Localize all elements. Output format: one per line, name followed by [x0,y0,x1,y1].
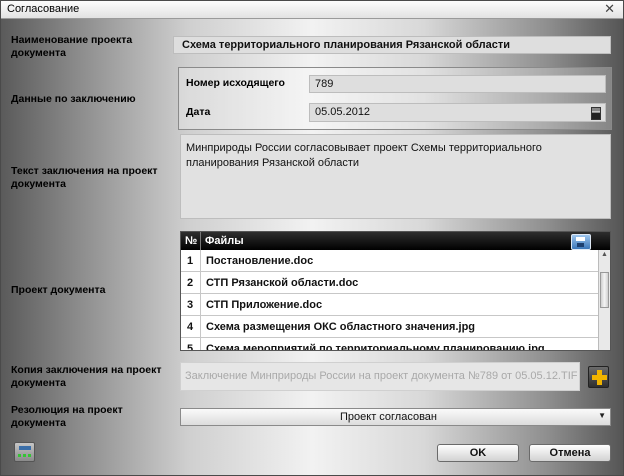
add-icon[interactable] [588,366,609,388]
save-icon[interactable] [571,234,591,250]
conclusion-data-label: Данные по заключению [11,93,136,105]
files-table: № Файлы 1 Постановление.doc 2 СТП Рязанско… [180,231,611,351]
table-row[interactable]: 2 СТП Рязанской области.doc [181,272,598,294]
col-num-header: № [185,235,198,247]
project-name-label: Наименование проекта документа [11,34,133,59]
col-files-header: Файлы [205,235,244,247]
copy-file-field[interactable]: Заключение Минприроды России на проект д… [180,362,580,391]
network-icon[interactable] [14,442,35,462]
table-row[interactable]: 3 СТП Приложение.doc [181,294,598,316]
copy-file-value: Заключение Минприроды России на проект д… [185,370,578,382]
file-name: Постановление.doc [206,255,314,267]
number-field[interactable]: 789 [309,75,606,93]
table-row[interactable]: 1 Постановление.doc [181,250,598,272]
chevron-down-icon[interactable]: ▼ [598,411,606,420]
project-name-value: Схема территориального планирования Ряза… [182,39,511,51]
file-name: СТП Приложение.doc [206,299,323,311]
conclusion-data-panel: Номер исходящего 789 Дата 05.05.2012 [178,67,612,130]
conclusion-text-label: Текст заключения на проект документа [11,165,158,190]
calendar-icon[interactable] [591,107,601,120]
cancel-button[interactable]: Отмена [529,444,611,462]
ok-button[interactable]: OK [437,444,519,462]
title-bar: Согласование ✕ [1,1,623,19]
table-row[interactable]: 5 Схема мероприятий по территориальному п… [181,338,598,351]
project-name-field[interactable]: Схема территориального планирования Ряза… [173,36,611,54]
files-scrollbar[interactable]: ▲ [598,250,610,350]
file-name: СТП Рязанской области.doc [206,277,359,289]
close-icon[interactable]: ✕ [604,1,615,17]
copy-label: Копия заключения на проект документа [11,364,162,389]
project-doc-label: Проект документа [11,284,106,296]
file-name: Схема мероприятий по территориальному пл… [206,343,545,351]
date-label: Дата [186,106,211,118]
resolution-select[interactable]: Проект согласован ▼ [180,408,611,426]
window-title: Согласование [7,3,80,15]
resolution-value: Проект согласован [340,411,437,423]
approval-dialog: Согласование ✕ Наименование проекта доку… [0,0,624,476]
conclusion-text-area[interactable]: Минприроды России согласовывает проект С… [180,134,611,219]
conclusion-text-value: Минприроды России согласовывает проект С… [186,142,542,169]
files-table-header: № Файлы [181,232,610,250]
file-name: Схема размещения ОКС областного значения… [206,321,476,333]
date-field[interactable]: 05.05.2012 [309,103,606,122]
scroll-thumb[interactable] [600,272,609,308]
scroll-up-icon[interactable]: ▲ [601,251,608,258]
resolution-label: Резолюция на проект документа [11,404,123,429]
number-value: 789 [315,78,334,90]
number-label: Номер исходящего [186,77,285,89]
date-value: 05.05.2012 [315,106,371,118]
table-row[interactable]: 4 Схема размещения ОКС областного значени… [181,316,598,338]
header-divider [200,232,201,250]
